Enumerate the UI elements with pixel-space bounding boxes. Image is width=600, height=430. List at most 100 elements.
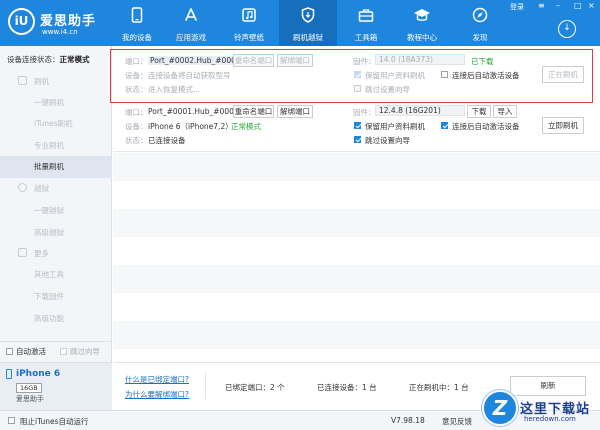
login-link[interactable]: 登录: [510, 2, 524, 12]
batch-flash-panel: 端口： Port_#0002.Hub_#0003 重命名端口 解绑端口 设备： …: [110, 46, 600, 410]
port-row: 端口： Port_#0001.Hub_#0003 重命名端口 解绑端口 设备： …: [113, 104, 600, 152]
download-manager-icon[interactable]: ↓: [558, 20, 576, 38]
download-firmware-button[interactable]: 下载: [467, 105, 491, 118]
sidebar: 设备连接状态：正常模式 刷机 一键刷机 iTunes刷机 专业刷机 批量刷机 越…: [0, 46, 112, 410]
keep-data-checkbox[interactable]: [354, 71, 361, 78]
flash-group-icon: [18, 76, 27, 85]
nav-flash-jailbreak[interactable]: 刷机越狱: [279, 0, 337, 46]
empty-row: [113, 293, 600, 321]
state-value: 进入恢复模式...: [148, 85, 201, 94]
rename-port-button[interactable]: 重命名端口: [233, 54, 274, 67]
flashing-count: 正在刷机中：1 台: [409, 383, 469, 392]
brand-name: 爱思助手: [40, 14, 97, 29]
device-value: iPhone 6（iPhone7,2）: [148, 122, 233, 131]
flash-now-button[interactable]: 立即刷机: [542, 117, 584, 134]
unbind-port-button[interactable]: 解绑端口: [277, 54, 313, 67]
maximize-icon[interactable]: □: [574, 1, 582, 10]
sidebar-divider: [0, 341, 112, 342]
bound-ports-count: 已绑定端口：2 个: [225, 383, 285, 392]
music-wallpaper-icon: [241, 7, 257, 25]
sidebar-group-flash[interactable]: 刷机: [0, 76, 112, 88]
nav-label: 工具箱: [354, 33, 378, 42]
state-value: 已连接设备: [148, 136, 186, 145]
skip-guide-checkbox[interactable]: [354, 136, 361, 143]
nav-my-device[interactable]: 我的设备: [108, 0, 166, 46]
logo-mark: iU: [8, 8, 35, 35]
help-unbind-link[interactable]: 为什么要解绑端口?: [125, 389, 189, 400]
device-capacity: 16GB: [16, 383, 42, 393]
help-bind-link[interactable]: 什么是已绑定端口?: [125, 374, 189, 385]
app-window: iU 爱思助手 www.i4.cn 我的设备 应用游戏 铃声壁纸 刷机越狱 工具…: [0, 0, 600, 430]
version-label: V7.98.18: [391, 416, 425, 425]
skip-guide-checkbox[interactable]: [354, 85, 361, 92]
sidebar-item-other-tools[interactable]: 其他工具: [0, 268, 112, 282]
sidebar-group-jailbreak[interactable]: 越狱: [0, 183, 112, 195]
brand-url: www.i4.cn: [42, 28, 78, 36]
nav-label: 应用游戏: [176, 33, 206, 42]
nav-apps-games[interactable]: 应用游戏: [162, 0, 220, 46]
sidebar-group-more[interactable]: 更多: [0, 248, 112, 260]
auto-activate-checkbox[interactable]: 自动激活: [6, 346, 46, 357]
phone-icon: [131, 7, 143, 25]
state-label: 状态：: [125, 85, 148, 94]
nav-discover[interactable]: 发现: [451, 0, 509, 46]
sidebar-item-itunes-flash[interactable]: iTunes刷机: [0, 117, 112, 131]
menu-icon[interactable]: ≡: [538, 1, 545, 10]
firmware-label: 固件：: [353, 57, 376, 66]
connected-devices-count: 已连接设备：1 台: [317, 383, 377, 392]
device-label: 设备：: [125, 71, 148, 80]
nav-ringtones-wallpapers[interactable]: 铃声壁纸: [220, 0, 278, 46]
sidebar-item-advanced-functions[interactable]: 高级功能: [0, 312, 112, 326]
sidebar-item-pro-flash[interactable]: 专业刷机: [0, 139, 112, 153]
watermark-url: heredown.com: [524, 415, 576, 423]
nav-label: 发现: [472, 33, 488, 42]
close-icon[interactable]: ×: [588, 1, 595, 10]
device-name: iPhone 6: [16, 369, 61, 379]
firmware-status: 已下载: [471, 57, 494, 66]
appstore-icon: [183, 7, 199, 25]
toolbox-icon: [358, 7, 374, 25]
compass-icon: [472, 7, 488, 25]
nav-toolbox[interactable]: 工具箱: [337, 0, 395, 46]
port-value: Port_#0002.Hub_#0003: [148, 56, 243, 65]
empty-row: [113, 153, 600, 181]
nav-tutorials[interactable]: 教程中心: [393, 0, 451, 46]
auto-activate-checkbox[interactable]: [441, 71, 448, 78]
import-firmware-button[interactable]: 导入: [493, 105, 517, 118]
empty-row: [113, 237, 600, 265]
block-itunes-checkbox[interactable]: [8, 417, 15, 424]
auto-activate-checkbox[interactable]: [441, 122, 448, 129]
skip-guide-label: 跳过设置向导: [365, 85, 410, 94]
skip-guide-label: 跳过设置向导: [365, 136, 410, 145]
top-bar: iU 爱思助手 www.i4.cn 我的设备 应用游戏 铃声壁纸 刷机越狱 工具…: [0, 0, 600, 46]
connection-status: 设备连接状态：正常模式: [7, 54, 90, 65]
device-label: 设备：: [125, 122, 148, 131]
sidebar-item-one-click-flash[interactable]: 一键刷机: [0, 96, 112, 110]
minimize-icon[interactable]: –: [556, 1, 560, 10]
state-label: 状态：: [125, 136, 148, 145]
rename-port-button[interactable]: 重命名端口: [233, 105, 274, 118]
keep-data-checkbox[interactable]: [354, 122, 361, 129]
jailbreak-group-icon: [18, 183, 27, 192]
auto-activate-label: 连接后自动激活设备: [452, 122, 520, 131]
port-label: 端口：: [125, 108, 148, 117]
skip-guide-checkbox[interactable]: 跳过向导: [60, 346, 100, 357]
flashing-button[interactable]: 正在刷机: [542, 66, 584, 83]
keep-data-label: 保留用户资料刷机: [365, 122, 425, 131]
sidebar-item-download-firmware[interactable]: 下载固件: [0, 290, 112, 304]
empty-row: [113, 321, 600, 349]
sidebar-item-advanced-jailbreak[interactable]: 高级越狱: [0, 226, 112, 240]
device-card[interactable]: iPhone 6 16GB 爱思助手: [0, 362, 112, 410]
keep-data-label: 保留用户资料刷机: [365, 71, 425, 80]
watermark: Z 这里下载站 heredown.com: [482, 386, 600, 430]
feedback-link[interactable]: 意见反馈: [442, 416, 472, 427]
graduation-icon: [413, 7, 431, 25]
empty-row: [113, 209, 600, 237]
sidebar-item-one-click-jailbreak[interactable]: 一键越狱: [0, 204, 112, 218]
connection-status-label: 设备连接状态：: [7, 55, 60, 64]
sidebar-item-batch-flash[interactable]: 批量刷机: [0, 156, 112, 178]
port-row: 端口： Port_#0002.Hub_#0003 重命名端口 解绑端口 设备： …: [110, 46, 600, 103]
nav-label: 我的设备: [122, 33, 152, 42]
unbind-port-button[interactable]: 解绑端口: [277, 105, 313, 118]
port-value: Port_#0001.Hub_#0003: [148, 107, 239, 116]
